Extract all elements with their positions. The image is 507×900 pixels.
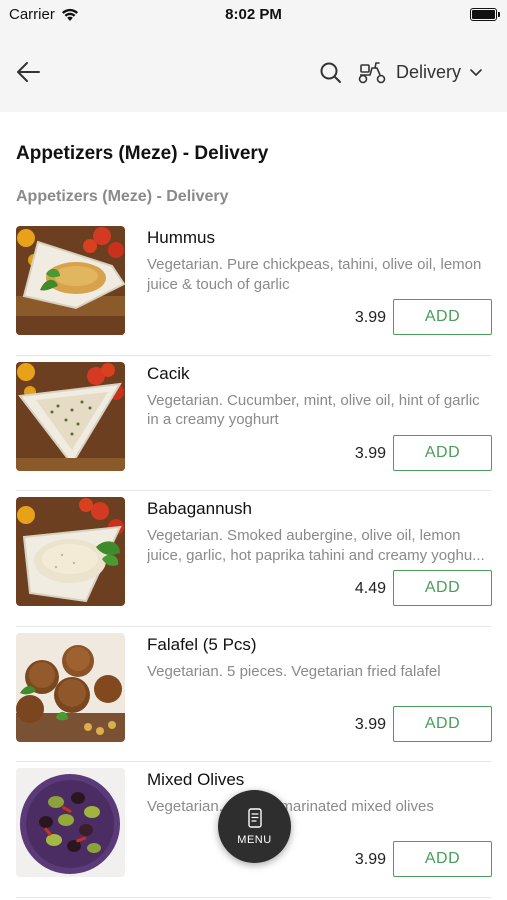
menu-fab-label: MENU	[237, 833, 272, 846]
divider	[16, 896, 491, 898]
item-description: Vegetarian. Bowl of marinated mixed oliv…	[147, 798, 434, 815]
scooter-icon	[358, 62, 386, 84]
menu-fab-button[interactable]: MENU	[218, 790, 291, 863]
item-name: Falafel (5 Pcs)	[147, 634, 257, 654]
back-button[interactable]	[12, 56, 44, 88]
add-to-cart-button[interactable]: ADD	[393, 705, 492, 742]
babagannush-thumbnail	[16, 497, 125, 606]
add-to-cart-button[interactable]: ADD	[393, 841, 492, 877]
delivery-mode-label: Delivery	[396, 61, 462, 82]
item-description: Vegetarian. 5 pieces. Vegetarian fried f…	[147, 662, 441, 680]
mixed-olives-thumbnail	[16, 768, 125, 877]
page-title: Appetizers (Meze) - Delivery	[16, 143, 269, 164]
item-price: 4.49	[354, 580, 386, 597]
item-description: Vegetarian. Pure chickpeas, tahini, oliv…	[147, 256, 482, 293]
menu-card-icon	[247, 807, 262, 828]
item-price: 3.99	[354, 715, 386, 733]
search-icon	[320, 62, 341, 83]
add-to-cart-button[interactable]: ADD	[393, 299, 492, 335]
item-price: 3.99	[354, 851, 386, 868]
battery-icon	[470, 8, 500, 21]
search-button[interactable]	[318, 60, 344, 86]
menu-item-babagannush[interactable]: Babagannush Vegetarian. Smoked aubergine…	[0, 491, 507, 627]
add-to-cart-button[interactable]: ADD	[393, 434, 492, 471]
chevron-down-icon	[470, 69, 482, 76]
item-name: Mixed Olives	[147, 770, 245, 789]
item-name: Babagannush	[147, 499, 252, 518]
menu-item-cacik[interactable]: Cacik Vegetarian. Cucumber, mint, olive …	[0, 356, 507, 491]
top-nav-bar: Delivery	[0, 30, 507, 112]
section-title: Appetizers (Meze) - Delivery	[16, 188, 229, 205]
falafel-thumbnail	[16, 632, 125, 742]
cacik-thumbnail	[16, 361, 125, 471]
item-description: Vegetarian. Smoked aubergine, olive oil,…	[147, 527, 485, 564]
menu-item-hummus[interactable]: Hummus Vegetarian. Pure chickpeas, tahin…	[0, 220, 507, 356]
item-price: 3.99	[354, 309, 386, 326]
status-time: 8:02 PM	[225, 6, 282, 23]
item-description: Vegetarian. Cucumber, mint, olive oil, h…	[147, 391, 480, 429]
item-name: Hummus	[147, 228, 216, 247]
hummus-thumbnail	[16, 226, 125, 335]
add-to-cart-button[interactable]: ADD	[393, 570, 492, 606]
menu-item-falafel[interactable]: Falafel (5 Pcs) Vegetarian. 5 pieces. Ve…	[0, 627, 507, 762]
status-bar: Carrier 8:02 PM	[0, 0, 507, 30]
item-price: 3.99	[354, 444, 386, 462]
item-name: Cacik	[147, 363, 190, 383]
delivery-mode-selector[interactable]: Delivery	[356, 56, 483, 88]
arrow-left-icon	[17, 62, 40, 82]
